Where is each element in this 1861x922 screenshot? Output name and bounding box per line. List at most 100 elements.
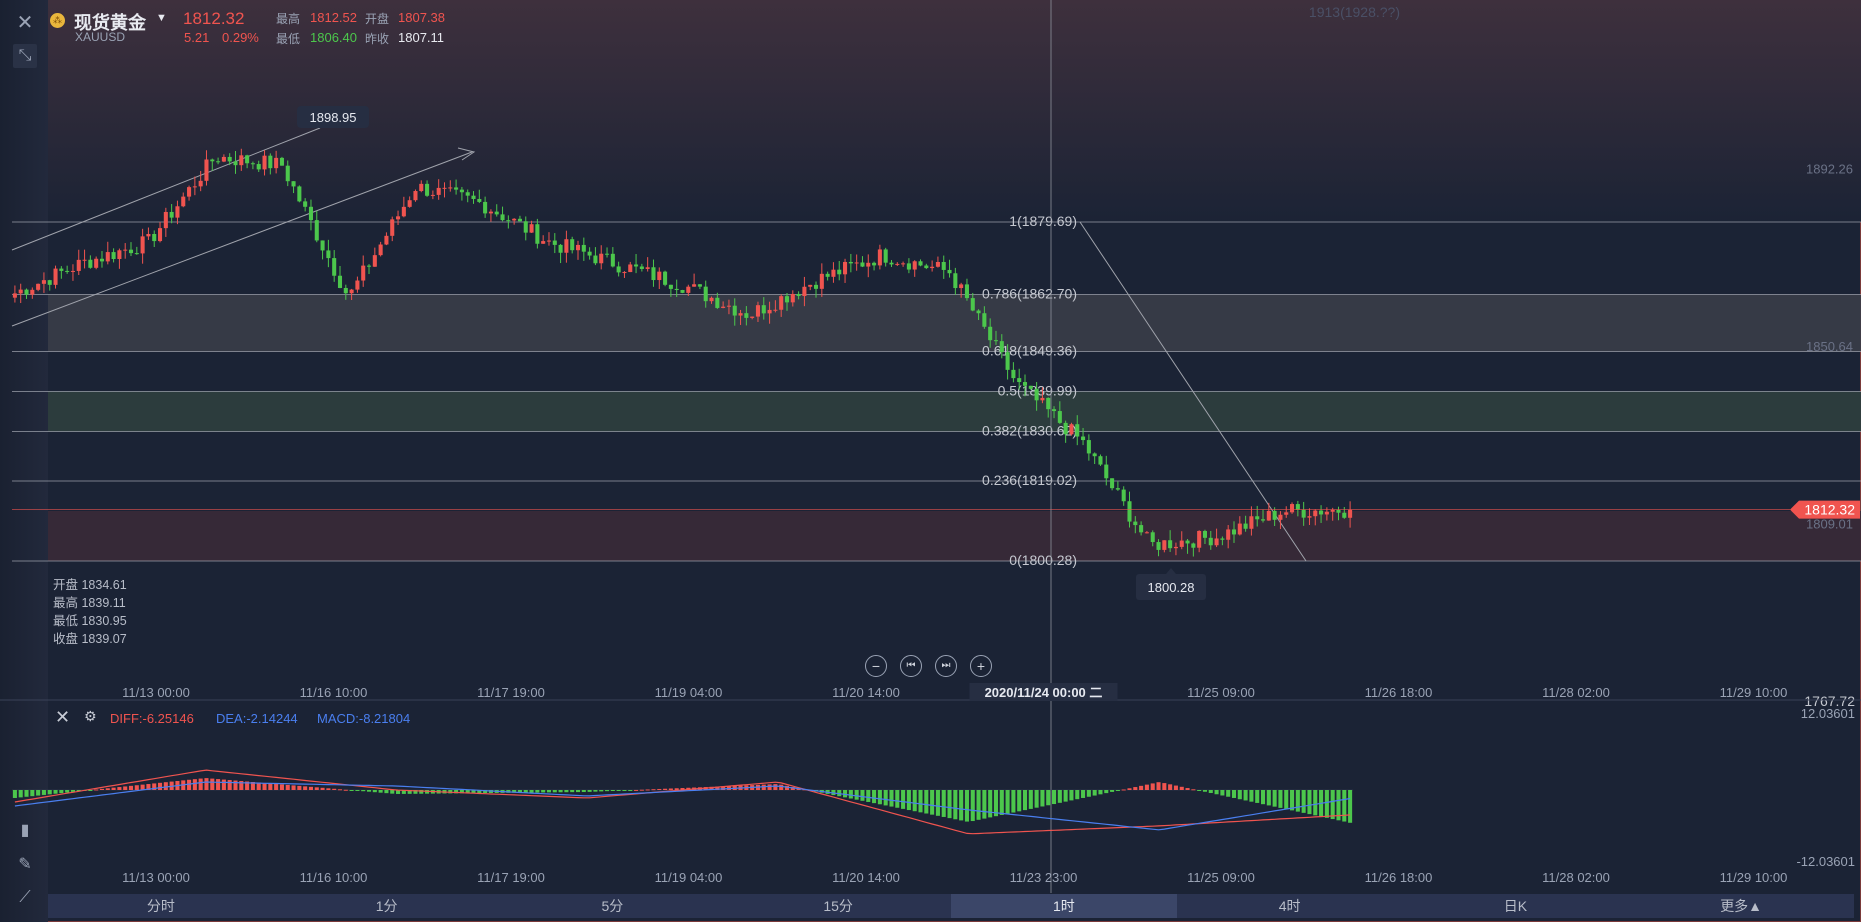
- candle-body: [76, 259, 81, 271]
- macd-histogram-bar: [361, 790, 366, 792]
- candle-body: [697, 284, 702, 287]
- macd-histogram-bar: [889, 790, 894, 807]
- macd-axis-bottom: -12.03601: [1796, 854, 1855, 869]
- candle-body: [1231, 529, 1237, 535]
- macd-histogram-bar: [1162, 783, 1167, 790]
- candle-body: [686, 286, 691, 293]
- candle-body: [163, 211, 168, 229]
- candle-body: [65, 270, 70, 272]
- timeframe-tab[interactable]: 15分: [725, 894, 951, 918]
- candle-body: [819, 273, 824, 289]
- candle-body: [384, 235, 389, 245]
- candle-body: [1127, 501, 1132, 522]
- candle-body: [755, 305, 760, 317]
- candle-body: [935, 262, 940, 267]
- candle-body: [146, 233, 151, 237]
- macd-histogram-bar: [779, 784, 784, 790]
- candle-body: [262, 155, 267, 170]
- macd-histogram-bar: [158, 782, 163, 790]
- candle-body: [24, 289, 29, 295]
- macd-histogram-bar: [947, 790, 952, 819]
- candle-body: [483, 201, 488, 214]
- macd-histogram-bar: [111, 787, 116, 790]
- scroll-start-button[interactable]: ⏮: [900, 655, 922, 677]
- candle-body: [889, 262, 894, 265]
- low-marker-pointer: [1166, 568, 1176, 574]
- macd-axis-top: 12.03601: [1801, 706, 1855, 721]
- macd-histogram-bar: [308, 786, 313, 790]
- macd-histogram-bar: [1150, 783, 1155, 790]
- ohlc-open: 开盘 1834.61: [53, 578, 127, 592]
- candle-body: [692, 284, 697, 287]
- scroll-end-button[interactable]: ⏭: [935, 655, 957, 677]
- macd-histogram-bar: [1081, 790, 1086, 798]
- macd-histogram-bar: [1069, 790, 1074, 801]
- macd-histogram-bar: [53, 790, 58, 794]
- candle-body: [169, 211, 174, 218]
- candle-body: [187, 187, 192, 197]
- candle-body: [274, 157, 279, 169]
- macd-histogram-bar: [36, 790, 41, 796]
- macd-histogram-bar: [1028, 790, 1033, 809]
- low-value: 1806.40: [310, 30, 357, 45]
- candle-body: [1011, 369, 1016, 379]
- macd-histogram-bar: [1284, 790, 1289, 810]
- candle-body: [796, 293, 801, 297]
- close-indicator-icon[interactable]: ✕: [55, 707, 70, 728]
- timeframe-tab[interactable]: 1分: [274, 894, 500, 918]
- macd-histogram-bar: [657, 788, 662, 790]
- candle-body: [1272, 510, 1277, 520]
- timeframe-tab[interactable]: 5分: [500, 894, 726, 918]
- macd-x-axis-label: 11/25 09:00: [1187, 870, 1255, 885]
- macd-histogram-bar: [41, 790, 46, 795]
- open-label: 开盘: [365, 12, 390, 26]
- candle-body: [703, 286, 708, 302]
- timeframe-tab[interactable]: 1时: [951, 894, 1177, 918]
- candle-body: [1226, 529, 1231, 540]
- timeframe-tab[interactable]: 分时: [48, 894, 274, 918]
- candle-body: [546, 240, 552, 242]
- macd-histogram-bar: [628, 790, 633, 791]
- x-axis-label-crosshair: 2020/11/24 00:00 二: [985, 685, 1103, 700]
- candle-body: [494, 211, 499, 215]
- candle-body: [1266, 510, 1271, 521]
- macd-histogram-bar: [575, 790, 581, 793]
- candle-body: [419, 183, 424, 192]
- zoom-out-button[interactable]: −: [865, 655, 887, 677]
- timeframe-tab[interactable]: 更多▲: [1628, 894, 1854, 918]
- macd-histogram-bar: [332, 788, 337, 790]
- macd-histogram-bar: [877, 790, 882, 805]
- candle-body: [883, 249, 888, 263]
- price-chart[interactable]: 1(1879.69)0.786(1862.70)0.618(1849.36)0.…: [0, 0, 1861, 922]
- macd-histogram-bar: [860, 790, 865, 801]
- fib-zone-0786-0618: [48, 294, 1861, 352]
- macd-histogram-bar: [1301, 790, 1306, 813]
- candle-body: [1086, 440, 1091, 454]
- macd-histogram-bar: [18, 790, 23, 798]
- macd-histogram-bar: [216, 779, 221, 790]
- zoom-in-button[interactable]: +: [970, 655, 992, 677]
- macd-histogram-bar: [1168, 784, 1173, 790]
- candle-body: [41, 280, 46, 284]
- candle-body: [680, 289, 685, 293]
- macd-histogram-bar: [1243, 790, 1248, 801]
- open-value: 1807.38: [398, 10, 445, 25]
- macd-histogram-bar: [343, 789, 348, 791]
- macd-histogram-bar: [634, 789, 639, 791]
- chevron-down-icon[interactable]: ▼: [156, 12, 167, 24]
- macd-histogram-bar: [1202, 790, 1207, 792]
- candle-body: [901, 263, 906, 265]
- macd-histogram-bar: [326, 788, 331, 790]
- macd-histogram-bar: [546, 790, 552, 793]
- candle-body: [210, 159, 215, 162]
- timeframe-tab[interactable]: 日K: [1403, 894, 1629, 918]
- x-axis-label: 11/20 14:00: [832, 685, 900, 700]
- candle-body: [111, 252, 116, 259]
- settings-icon[interactable]: ⚙: [84, 708, 97, 725]
- x-axis-label: 11/13 00:00: [122, 685, 190, 700]
- candle-body: [959, 284, 964, 289]
- candle-body: [999, 341, 1004, 353]
- timeframe-tab[interactable]: 4时: [1177, 894, 1403, 918]
- quote-header: ⁂ 现货黄金 ▼ XAUUSD 1812.32 5.21 0.29% 最高 18…: [48, 0, 508, 50]
- candle-body: [1342, 512, 1347, 518]
